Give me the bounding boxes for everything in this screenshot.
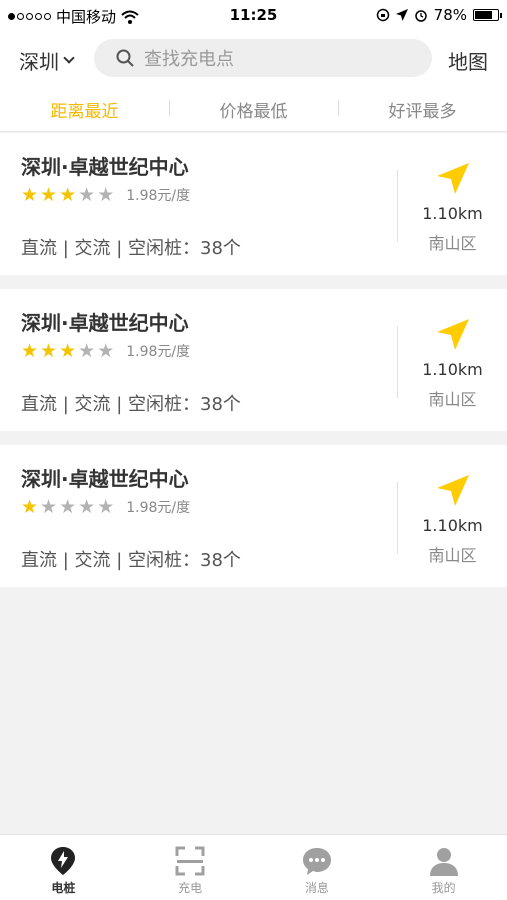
rotation-lock-icon: [376, 8, 389, 22]
navigation-arrow-icon[interactable]: [436, 317, 470, 351]
tab-profile[interactable]: 我的: [380, 835, 507, 900]
tab-label: 充电: [178, 881, 203, 895]
station-list: 深圳·卓越世纪中心 ★ ★ ★ ★ ★ 1.98元/度 直流 | 交流 | 空闲…: [0, 133, 507, 601]
station-name: 深圳·卓越世纪中心: [21, 155, 189, 179]
battery-icon: [473, 9, 502, 21]
message-icon: [302, 848, 331, 875]
tab-cheapest[interactable]: 价格最低: [169, 97, 338, 122]
status-bar: 中国移动 11:25 78%: [0, 0, 507, 30]
battery-percent: 78%: [433, 6, 467, 24]
price: 1.98元/度: [126, 188, 191, 204]
star-icon: ★: [78, 184, 96, 206]
star-icon: ★: [97, 496, 115, 518]
rating: ★ ★ ★ ★ ★ 1.98元/度: [21, 497, 190, 517]
search-icon: [116, 49, 134, 67]
star-icon: ★: [59, 184, 77, 206]
star-icon: ★: [78, 496, 96, 518]
search-placeholder: 查找充电点: [144, 49, 234, 70]
station-card[interactable]: 深圳·卓越世纪中心 ★ ★ ★ ★ ★ 1.98元/度 直流 | 交流 | 空闲…: [0, 289, 507, 431]
status-right: 78%: [376, 6, 502, 24]
star-icon: ★: [21, 184, 39, 206]
rating: ★ ★ ★ ★ ★ 1.98元/度: [21, 341, 190, 361]
scan-icon: [175, 846, 205, 876]
search-input[interactable]: 查找充电点: [94, 39, 432, 77]
map-button[interactable]: 地图: [448, 46, 488, 75]
station-name: 深圳·卓越世纪中心: [21, 467, 189, 491]
star-icon: ★: [40, 340, 58, 362]
tab-label: 电桩: [51, 881, 76, 895]
tab-best-rated[interactable]: 好评最多: [338, 97, 507, 122]
charging-pile-icon: [51, 847, 76, 875]
chevron-down-icon: [63, 52, 75, 64]
station-info: 直流 | 交流 | 空闲桩：38个: [21, 550, 241, 571]
star-icon: ★: [78, 340, 96, 362]
distance: 1.10km: [422, 516, 483, 535]
bottom-tab-bar: 电桩 充电 消息 我的: [0, 834, 507, 900]
profile-icon: [429, 848, 458, 876]
station-name: 深圳·卓越世纪中心: [21, 311, 189, 335]
star-icon: ★: [97, 340, 115, 362]
rating: ★ ★ ★ ★ ★ 1.98元/度: [21, 185, 190, 205]
station-card[interactable]: 深圳·卓越世纪中心 ★ ★ ★ ★ ★ 1.98元/度 直流 | 交流 | 空闲…: [0, 445, 507, 587]
star-icon: ★: [40, 496, 58, 518]
price: 1.98元/度: [126, 344, 191, 360]
tab-nearest[interactable]: 距离最近: [0, 97, 169, 122]
alarm-icon: [414, 10, 427, 22]
location-icon: [395, 9, 408, 21]
star-icon: ★: [59, 496, 77, 518]
star-icon: ★: [97, 184, 115, 206]
price: 1.98元/度: [126, 500, 191, 516]
star-icon: ★: [40, 184, 58, 206]
district: 南山区: [428, 546, 477, 565]
tab-label: 我的: [431, 881, 456, 895]
city-selector[interactable]: 深圳: [19, 46, 75, 75]
tab-charging-piles[interactable]: 电桩: [0, 835, 127, 900]
navigation-arrow-icon[interactable]: [436, 473, 470, 507]
star-icon: ★: [21, 496, 39, 518]
star-icon: ★: [59, 340, 77, 362]
station-info: 直流 | 交流 | 空闲桩：38个: [21, 238, 241, 259]
tab-charge[interactable]: 充电: [127, 835, 254, 900]
star-icon: ★: [21, 340, 39, 362]
district: 南山区: [428, 234, 477, 253]
distance: 1.10km: [422, 204, 483, 223]
sort-tabs: 距离最近 价格最低 好评最多: [0, 88, 507, 132]
tab-messages[interactable]: 消息: [254, 835, 381, 900]
tab-label: 消息: [304, 881, 329, 895]
nav-bar: 深圳 查找充电点 地图: [0, 30, 507, 88]
navigation-arrow-icon[interactable]: [436, 161, 470, 195]
distance: 1.10km: [422, 360, 483, 379]
station-card[interactable]: 深圳·卓越世纪中心 ★ ★ ★ ★ ★ 1.98元/度 直流 | 交流 | 空闲…: [0, 133, 507, 275]
station-info: 直流 | 交流 | 空闲桩：38个: [21, 394, 241, 415]
district: 南山区: [428, 390, 477, 409]
city-label: 深圳: [19, 50, 59, 74]
